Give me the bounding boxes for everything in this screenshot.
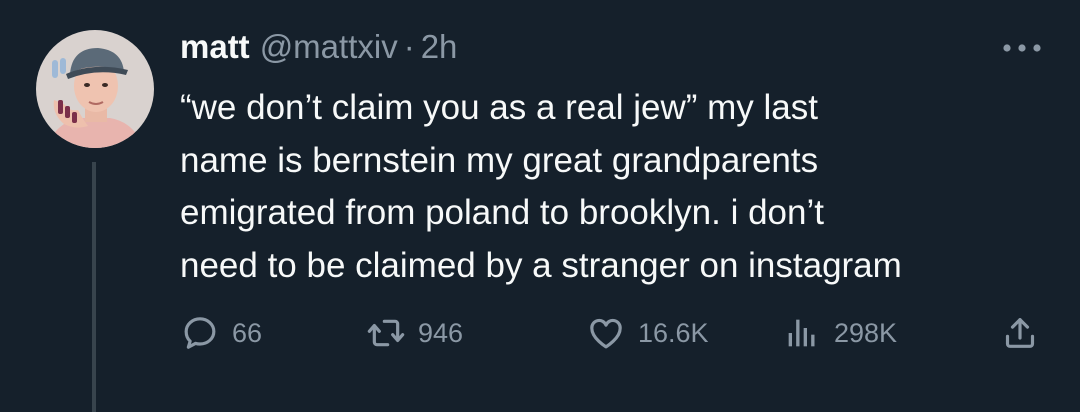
like-button[interactable]: 16.6K xyxy=(586,310,709,356)
thread-line xyxy=(92,162,96,412)
tweet-text-line: “we don’t claim you as a real jew” my la… xyxy=(180,88,818,127)
retweet-button[interactable]: 946 xyxy=(366,310,463,356)
timestamp[interactable]: 2h xyxy=(421,28,458,66)
author-handle[interactable]: @mattxiv xyxy=(260,28,398,66)
action-bar: 66 946 16.6K 298K xyxy=(180,310,1050,356)
heart-icon xyxy=(590,318,622,349)
reply-icon xyxy=(184,317,216,349)
reply-button[interactable]: 66 xyxy=(180,310,262,356)
avatar-image xyxy=(36,30,154,148)
tweet-header: matt @mattxiv · 2h xyxy=(180,28,457,72)
share-upload-icon xyxy=(1005,318,1035,348)
more-horizontal-icon xyxy=(1003,44,1041,52)
tweet-text-line: emigrated from poland to brooklyn. i don… xyxy=(180,193,824,232)
reply-count: 66 xyxy=(232,317,263,348)
avatar[interactable] xyxy=(36,30,154,148)
like-count: 16.6K xyxy=(638,317,709,348)
views-bar-chart-icon xyxy=(788,319,815,347)
tweet-text-line: name is bernstein my great grandparents xyxy=(180,140,819,180)
views-count: 298K xyxy=(834,317,898,348)
more-options-button[interactable] xyxy=(1000,40,1044,56)
views-button[interactable]: 298K xyxy=(782,310,897,356)
author-name[interactable]: matt xyxy=(180,28,250,66)
retweet-icon xyxy=(367,319,405,347)
separator-dot: · xyxy=(403,28,415,65)
retweet-count: 946 xyxy=(418,317,464,348)
share-button[interactable] xyxy=(1000,310,1040,356)
tweet-text-line: need to be claimed by a stranger on inst… xyxy=(180,245,902,285)
tweet-text: “we don’t claim you as a real jew” my la… xyxy=(180,82,1060,292)
tweet[interactable]: matt @mattxiv · 2h “we don’t claim you a… xyxy=(0,0,1080,412)
